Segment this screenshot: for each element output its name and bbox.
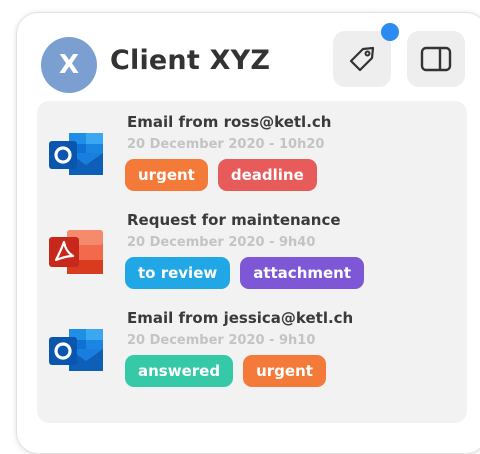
sidebar-panel-icon (420, 46, 452, 72)
list-item[interactable]: Email from ross@ketl.ch 20 December 2020… (37, 101, 467, 197)
item-title: Email from jessica@ketl.ch (127, 309, 354, 327)
tag-attachment[interactable]: attachment (240, 257, 365, 289)
tag-deadline[interactable]: deadline (217, 159, 317, 191)
page-title: Client XYZ (110, 45, 271, 76)
item-date: 20 December 2020 - 10h20 (127, 137, 325, 152)
tag-to-review[interactable]: to review (125, 257, 231, 289)
tag-urgent[interactable]: urgent (125, 159, 208, 191)
tag-urgent[interactable]: urgent (243, 355, 326, 387)
document-list: Email from ross@ketl.ch 20 December 2020… (37, 101, 467, 423)
list-item[interactable]: Email from jessica@ketl.ch 20 December 2… (37, 297, 467, 393)
tag-button[interactable] (333, 31, 391, 87)
tag-answered[interactable]: answered (125, 355, 234, 387)
notification-dot (381, 23, 399, 41)
tag-list: answered urgent (125, 355, 326, 387)
pdf-icon (49, 230, 103, 274)
outlook-icon (49, 329, 103, 371)
list-item[interactable]: Request for maintenance 20 December 2020… (37, 199, 467, 295)
avatar[interactable]: X (41, 37, 97, 93)
tag-icon (349, 46, 375, 72)
item-title: Request for maintenance (127, 211, 341, 229)
outlook-icon (49, 133, 103, 175)
tag-list: to review attachment (125, 257, 365, 289)
toggle-panel-button[interactable] (407, 31, 465, 87)
tag-list: urgent deadline (125, 159, 317, 191)
item-date: 20 December 2020 - 9h10 (127, 333, 316, 348)
item-title: Email from ross@ketl.ch (127, 113, 332, 131)
item-date: 20 December 2020 - 9h40 (127, 235, 316, 250)
client-card: X Client XYZ Email from ross@ketl.ch 20 … (16, 12, 480, 454)
